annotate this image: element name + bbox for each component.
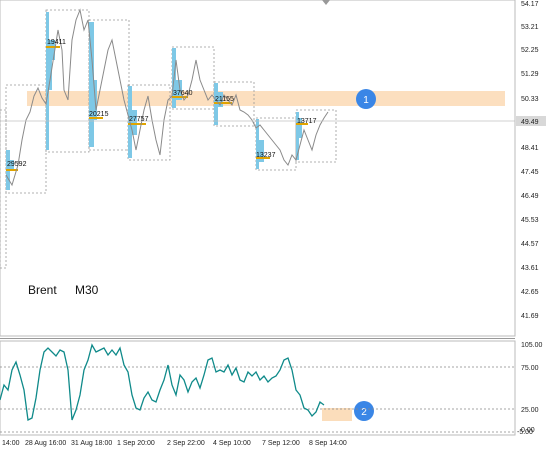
volume-label: 21155 [215,96,234,103]
osc-current-value: -5.00 [517,429,533,436]
oscillator-pane-frame [0,340,516,436]
price-tick: 51.29 [521,71,539,78]
price-tick: 45.53 [521,217,539,224]
volume-label: 37640 [173,90,193,97]
price-tick: 41.69 [521,313,539,320]
volume-label: 13717 [297,118,317,125]
time-tick: 8 Sep 14:00 [309,440,347,447]
price-tick: 46.49 [521,193,539,200]
volume-label: 20215 [89,111,109,118]
price-tick: 52.25 [521,47,539,54]
time-axis[interactable]: 14:00 28 Aug 16:00 31 Aug 18:00 1 Sep 20… [2,440,347,447]
oscillator-oversold-zone [322,408,352,421]
annotation-label-1: 1 [363,95,369,106]
price-tick: 44.57 [521,241,539,248]
time-tick: 14:00 [2,440,20,447]
time-tick: 1 Sep 20:00 [117,440,155,447]
symbol-label: Brent [28,283,57,297]
osc-tick: 105.00 [521,342,543,349]
volume-label: 19411 [47,39,66,46]
time-tick: 7 Sep 12:00 [262,440,300,447]
price-tick: 54.17 [521,1,539,8]
time-tick: 31 Aug 18:00 [71,440,112,447]
chart-canvas[interactable]: 19411 29592 20215 27757 37640 21155 1323… [0,0,550,451]
volume-label: 27757 [129,116,149,123]
time-tick: 28 Aug 16:00 [25,440,66,447]
price-axis[interactable]: 54.17 53.21 52.25 51.29 50.33 49.49 48.4… [516,1,546,320]
time-tick: 2 Sep 22:00 [167,440,205,447]
price-tick: 53.21 [521,24,539,31]
time-tick: 4 Sep 10:00 [213,440,251,447]
volume-label: 29592 [7,161,27,168]
oscillator-levels [0,366,515,433]
price-tick: 43.61 [521,265,539,272]
volume-label: 13237 [256,152,276,159]
osc-tick: 25.00 [521,407,539,414]
current-price-label: 49.49 [521,119,539,126]
osc-tick: 75.00 [521,365,539,372]
timeframe-label: M30 [75,283,99,297]
price-tick: 50.33 [521,96,539,103]
shift-marker-icon[interactable] [322,0,330,5]
price-tick: 47.45 [521,169,539,176]
price-tick: 42.65 [521,289,539,296]
price-tick: 48.41 [521,145,539,152]
oscillator-axis[interactable]: 105.00 75.00 25.00 0.00 -5.00 [517,342,543,436]
